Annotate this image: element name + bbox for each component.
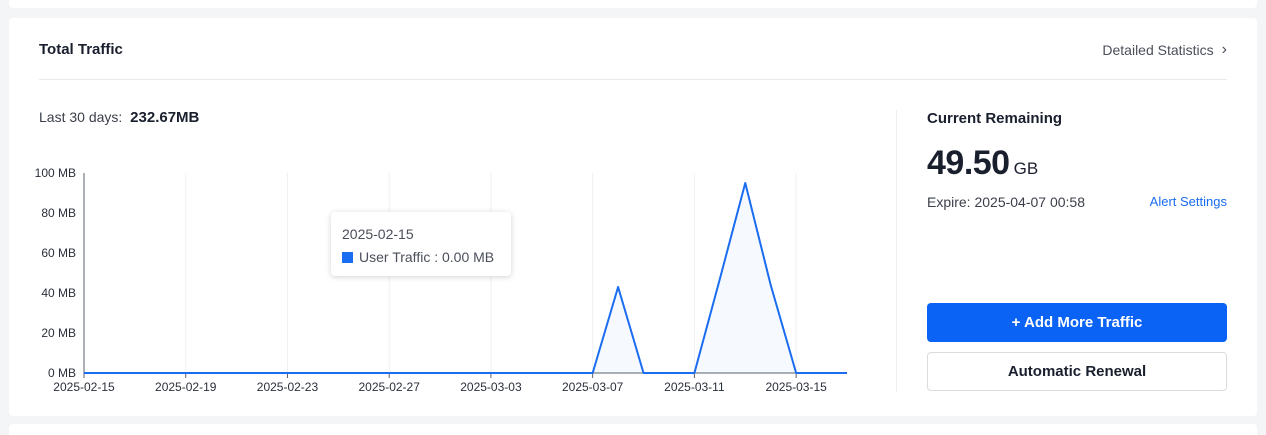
tooltip-series-name: User Traffic: [359, 249, 431, 265]
y-tick-label: 60 MB: [41, 246, 76, 260]
chevron-right-icon: ›: [1221, 41, 1227, 58]
chart-tooltip: 2025-02-15 User Traffic : 0.00 MB: [331, 212, 511, 276]
expire-value: 2025-04-07 00:58: [974, 194, 1086, 210]
x-tick-label: 2025-02-15: [53, 380, 115, 394]
tooltip-date: 2025-02-15: [342, 226, 414, 242]
card-header: Total Traffic Detailed Statistics ›: [39, 18, 1227, 80]
expire-info: Expire: 2025-04-07 00:58: [927, 194, 1085, 210]
add-more-traffic-button[interactable]: + Add More Traffic: [927, 303, 1227, 342]
tooltip-separator: :: [430, 249, 442, 265]
traffic-chart[interactable]: 0 MB 20 MB 40 MB 60 MB 80 MB 100 MB 2025-02-15…: [9, 148, 889, 408]
x-tick-label: 2025-03-11: [664, 380, 725, 394]
remaining-unit: GB: [1013, 159, 1039, 178]
x-tick-label: 2025-03-03: [460, 380, 522, 394]
remaining-panel: Current Remaining 49.50 GB Expire: 2025-…: [927, 108, 1227, 408]
y-tick-label: 80 MB: [41, 206, 76, 220]
previous-card-edge: [9, 0, 1257, 8]
last-30-days-stat: Last 30 days: 232.67MB: [39, 109, 199, 126]
x-tick-label: 2025-02-27: [359, 380, 421, 394]
tooltip-row: User Traffic : 0.00 MB: [342, 249, 494, 265]
section-divider: [896, 110, 897, 392]
detailed-statistics-label: Detailed Statistics: [1102, 42, 1214, 58]
y-tick-label: 40 MB: [41, 286, 76, 300]
stat-label: Last 30 days:: [39, 109, 123, 125]
remaining-value: 49.50 GB: [927, 144, 1038, 183]
y-tick-label: 100 MB: [35, 166, 76, 180]
automatic-renewal-button[interactable]: Automatic Renewal: [927, 352, 1227, 391]
next-card-edge: [9, 424, 1257, 435]
card-title: Total Traffic: [39, 41, 123, 58]
remaining-number: 49.50: [927, 144, 1010, 182]
x-tick-label: 2025-03-07: [562, 380, 624, 394]
tooltip-series-value: 0.00 MB: [441, 249, 495, 265]
detailed-statistics-link[interactable]: Detailed Statistics ›: [1102, 41, 1227, 59]
x-tick-label: 2025-02-19: [155, 380, 217, 394]
stat-value: 232.67MB: [130, 109, 200, 126]
tooltip-series-swatch: [342, 251, 353, 263]
traffic-chart-svg: 0 MB 20 MB 40 MB 60 MB 80 MB 100 MB 2025-02-15…: [35, 166, 848, 394]
y-tick-label: 0 MB: [48, 366, 76, 380]
alert-settings-link[interactable]: Alert Settings: [1150, 194, 1227, 209]
expire-label: Expire:: [927, 194, 971, 210]
x-tick-label: 2025-03-15: [765, 380, 827, 394]
total-traffic-card: Total Traffic Detailed Statistics › Last…: [9, 18, 1257, 416]
y-tick-label: 20 MB: [41, 326, 76, 340]
x-tick-label: 2025-02-23: [257, 380, 319, 394]
remaining-title: Current Remaining: [927, 110, 1063, 127]
